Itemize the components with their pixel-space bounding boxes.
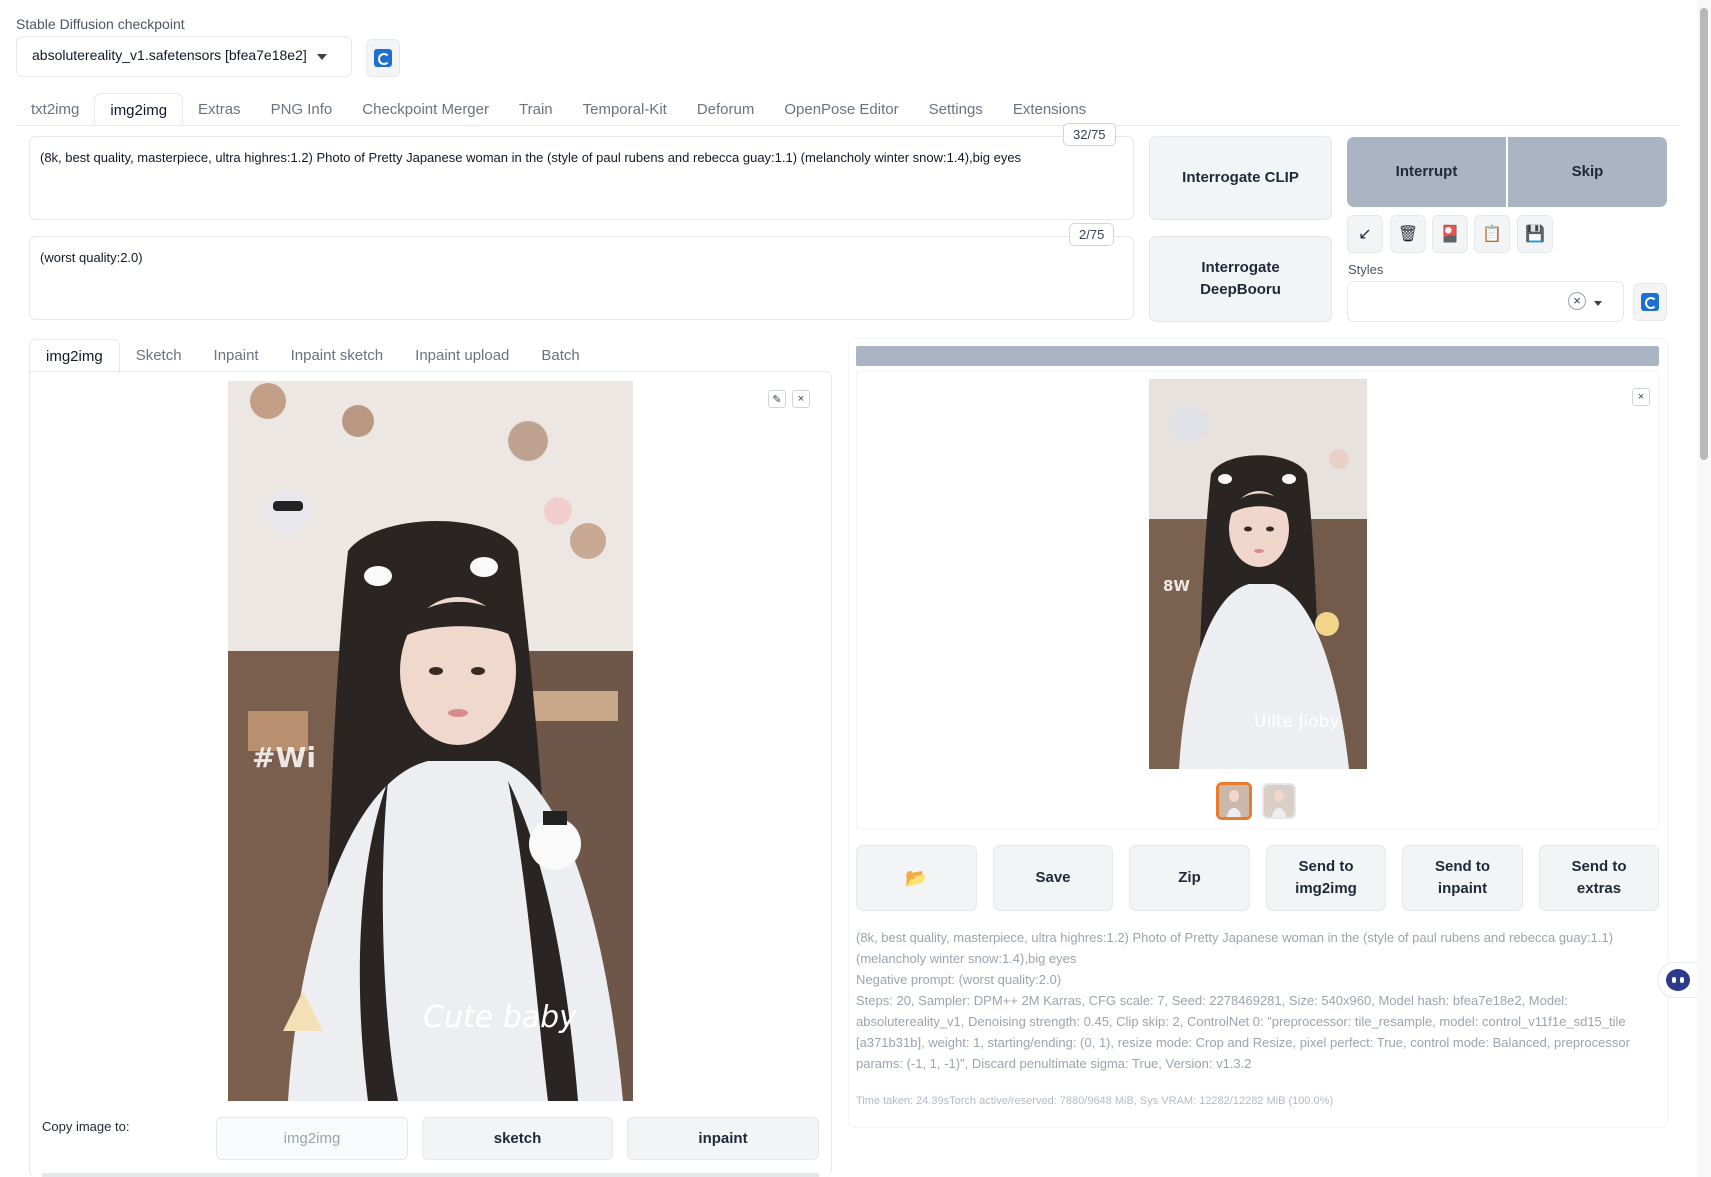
output-overlay-text-1: 8W — [1163, 577, 1190, 595]
robot-icon — [1666, 969, 1690, 991]
main-tabs: txt2img img2img Extras PNG Info Checkpoi… — [16, 93, 1101, 126]
open-folder-button[interactable]: 📂 — [856, 845, 977, 911]
prompt-token-counter: 32/75 — [1063, 123, 1116, 146]
generation-info: (8k, best quality, masterpiece, ultra hi… — [856, 927, 1662, 1074]
tab-png-info[interactable]: PNG Info — [256, 93, 348, 126]
subtab-sketch[interactable]: Sketch — [120, 339, 198, 374]
output-overlay-text-2: Uilte Jioby — [1254, 712, 1339, 732]
save-button[interactable]: Save — [993, 845, 1113, 911]
tab-deforum[interactable]: Deforum — [682, 93, 770, 126]
interrupt-button[interactable]: Interrupt — [1347, 137, 1506, 207]
prompt-text: (8k, best quality, masterpiece, ultra hi… — [40, 150, 1022, 165]
thumbnail-graphic — [1219, 785, 1249, 817]
tab-txt2img[interactable]: txt2img — [16, 93, 94, 126]
refresh-icon — [1641, 293, 1659, 311]
progress-bar — [856, 346, 1659, 366]
tab-img2img[interactable]: img2img — [94, 93, 184, 126]
gallery-thumbnail-1[interactable] — [1216, 782, 1252, 820]
folder-icon: 📂 — [905, 867, 928, 888]
input-image[interactable]: #Wi Cute baby — [228, 381, 633, 1101]
refresh-styles-button[interactable] — [1633, 283, 1667, 321]
negative-prompt-token-counter: 2/75 — [1069, 223, 1115, 246]
tab-settings[interactable]: Settings — [914, 93, 998, 126]
time-taken: Time taken: 24.39sTorch active/reserved:… — [856, 1095, 1334, 1107]
interrogate-deepbooru-button[interactable]: Interrogate DeepBooru — [1149, 236, 1332, 322]
checkpoint-dropdown[interactable]: absolutereality_v1.safetensors [bfea7e18… — [16, 36, 352, 77]
copy-to-sketch-button[interactable]: sketch — [422, 1117, 613, 1160]
styles-label: Styles — [1348, 262, 1384, 277]
checkpoint-label: Stable Diffusion checkpoint — [16, 16, 185, 32]
scrollbar-thumb[interactable] — [1700, 8, 1708, 460]
tab-temporal-kit[interactable]: Temporal-Kit — [568, 93, 682, 126]
subtab-img2img[interactable]: img2img — [29, 339, 120, 374]
info-negative-prompt: Negative prompt: (worst quality:2.0) — [856, 972, 1062, 988]
input-overlay-text-1: #Wi — [252, 741, 316, 774]
img2img-subtabs: img2img Sketch Inpaint Inpaint sketch In… — [29, 339, 596, 374]
save-style-icon[interactable]: 💾 — [1517, 215, 1553, 253]
send-to-extras-button[interactable]: Send to extras — [1539, 845, 1659, 911]
refresh-checkpoint-button[interactable] — [366, 39, 400, 77]
subtab-batch[interactable]: Batch — [525, 339, 595, 374]
trash-icon[interactable]: 🗑 — [1390, 215, 1426, 253]
prompt-textarea[interactable]: (8k, best quality, masterpiece, ultra hi… — [29, 136, 1134, 220]
negative-prompt-text: (worst quality:2.0) — [40, 250, 143, 265]
tab-extras[interactable]: Extras — [183, 93, 256, 126]
zip-button[interactable]: Zip — [1129, 845, 1250, 911]
clipboard-icon[interactable]: 📋 — [1474, 215, 1510, 253]
output-photo-graphic: 8W Uilte Jioby — [1149, 379, 1367, 769]
subtab-inpaint-sketch[interactable]: Inpaint sketch — [275, 339, 400, 374]
clear-icon[interactable]: × — [1568, 292, 1586, 310]
interrogate-clip-button[interactable]: Interrogate CLIP — [1149, 136, 1332, 220]
subtab-inpaint[interactable]: Inpaint — [198, 339, 275, 374]
output-image[interactable]: 8W Uilte Jioby — [1149, 379, 1367, 769]
skip-button[interactable]: Skip — [1508, 137, 1667, 207]
input-overlay-text-2: Cute baby — [423, 1000, 578, 1035]
subtab-inpaint-upload[interactable]: Inpaint upload — [399, 339, 525, 374]
chevron-down-icon — [1594, 301, 1602, 306]
close-icon[interactable]: × — [1632, 388, 1650, 406]
chevron-down-icon — [317, 54, 327, 60]
info-parameters: Steps: 20, Sampler: DPM++ 2M Karras, CFG… — [856, 993, 1630, 1072]
styles-dropdown[interactable]: × — [1347, 281, 1624, 322]
assistant-float-button[interactable] — [1657, 962, 1699, 998]
close-icon[interactable]: × — [792, 390, 810, 408]
tab-checkpoint-merger[interactable]: Checkpoint Merger — [347, 93, 504, 126]
copy-image-label: Copy image to: — [42, 1119, 130, 1134]
arrow-icon[interactable]: ↙ — [1347, 215, 1383, 253]
card-icon[interactable]: 🎴 — [1432, 215, 1468, 253]
thumbnail-graphic — [1264, 785, 1294, 817]
refresh-icon — [374, 49, 392, 67]
edit-icon[interactable]: ✎ — [768, 390, 786, 408]
send-to-img2img-button[interactable]: Send to img2img — [1266, 845, 1386, 911]
info-prompt: (8k, best quality, masterpiece, ultra hi… — [856, 930, 1614, 967]
copy-to-img2img-button[interactable]: img2img — [216, 1117, 408, 1160]
next-section-divider — [42, 1173, 819, 1177]
tab-extensions[interactable]: Extensions — [998, 93, 1101, 126]
gallery-thumbnail-2[interactable] — [1262, 783, 1296, 819]
input-photo-graphic: #Wi Cute baby — [228, 381, 633, 1101]
negative-prompt-textarea[interactable]: (worst quality:2.0) — [29, 236, 1134, 320]
tab-train[interactable]: Train — [504, 93, 568, 126]
tabs-divider — [16, 125, 1680, 126]
tab-openpose-editor[interactable]: OpenPose Editor — [769, 93, 913, 126]
send-to-inpaint-button[interactable]: Send to inpaint — [1402, 845, 1523, 911]
copy-to-inpaint-button[interactable]: inpaint — [627, 1117, 819, 1160]
checkpoint-value: absolutereality_v1.safetensors [bfea7e18… — [32, 47, 307, 63]
